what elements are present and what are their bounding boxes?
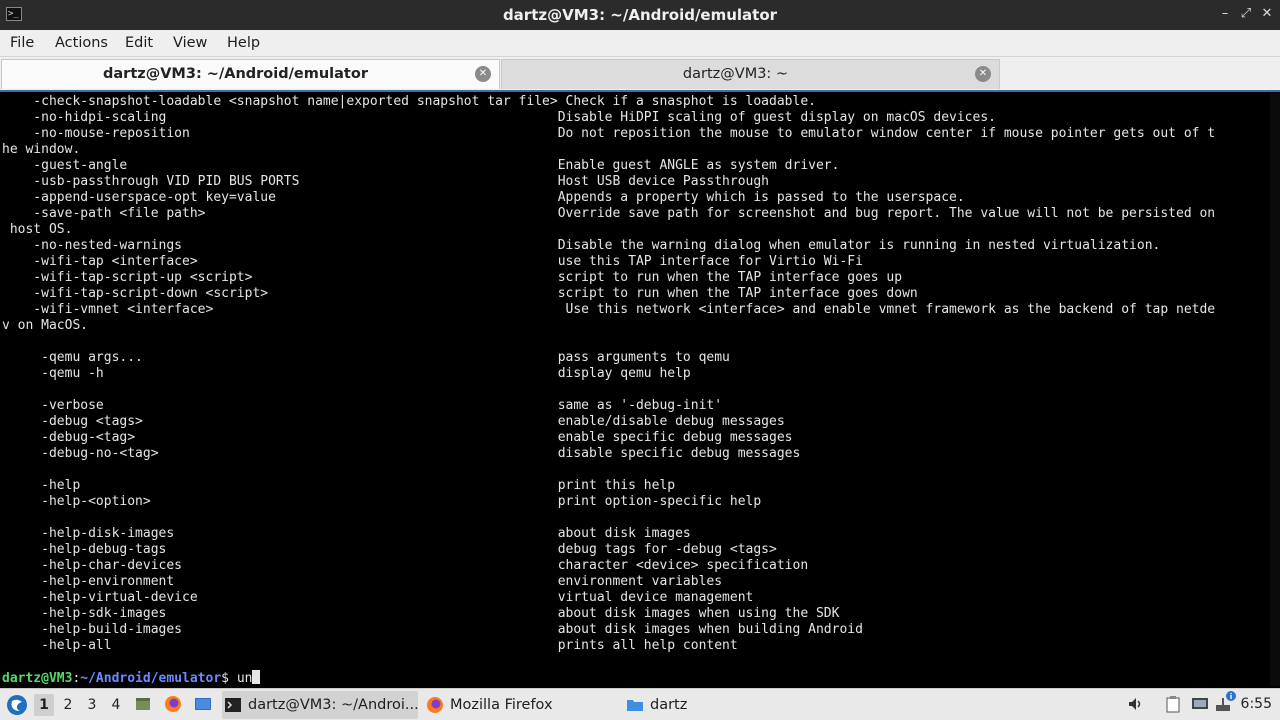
terminal-line: -help-<option> print option-specific hel…: [2, 494, 762, 509]
folder-icon: [627, 700, 643, 711]
terminal-line: -check-snapshot-loadable <snapshot name|…: [2, 94, 816, 109]
terminal-line: -no-mouse-reposition Do not reposition t…: [2, 126, 1216, 141]
terminal-line: -no-nested-warnings Disable the warning …: [2, 238, 1161, 253]
terminal-line: v on MacOS.: [2, 318, 89, 333]
tab-emulator-label: dartz@VM3: ~/Android/emulator: [103, 66, 368, 82]
terminal-line: -qemu args... pass arguments to qemu: [2, 350, 730, 365]
terminal-line: -help-build-images about disk images whe…: [2, 622, 863, 637]
task-folder[interactable]: dartz: [624, 691, 744, 719]
firefox-icon: [427, 697, 443, 713]
volume-icon[interactable]: [1127, 695, 1145, 713]
terminal-line: -help-disk-images about disk images: [2, 526, 691, 541]
menu-help[interactable]: Help: [227, 30, 260, 56]
terminal-line: -help-environment environment variables: [2, 574, 723, 589]
terminal-line: -debug <tags> enable/disable debug messa…: [2, 414, 785, 429]
terminal-line: -debug-<tag> enable specific debug messa…: [2, 430, 793, 445]
file-manager-launcher-icon[interactable]: [134, 695, 152, 713]
task-firefox[interactable]: Mozilla Firefox: [424, 691, 604, 719]
workspace-4[interactable]: 4: [106, 694, 126, 716]
firefox-launcher-icon[interactable]: [164, 695, 182, 713]
terminal-prompt[interactable]: dartz@VM3:~/Android/emulator$ un: [2, 670, 261, 686]
terminal-line: -help print this help: [2, 478, 676, 493]
workspace-2[interactable]: 2: [58, 694, 78, 716]
text-cursor: [252, 670, 261, 684]
close-window-icon[interactable]: ✕: [1260, 7, 1274, 21]
tab-close-icon[interactable]: ✕: [475, 66, 491, 82]
tab-emulator[interactable]: dartz@VM3: ~/Android/emulator ✕: [1, 59, 500, 89]
terminal-line: -no-hidpi-scaling Disable HiDPI scaling …: [2, 110, 996, 125]
terminal-line: host OS.: [2, 222, 73, 237]
minimize-icon[interactable]: –: [1218, 7, 1232, 21]
menu-actions[interactable]: Actions: [55, 30, 108, 56]
terminal-line: -wifi-vmnet <interface> Use this network…: [2, 302, 1216, 317]
prompt-user: dartz@VM3: [2, 671, 73, 686]
menu-bar: File Actions Edit View Help: [0, 30, 1280, 57]
tab-home[interactable]: dartz@VM3: ~ ✕: [501, 59, 1000, 89]
terminal-line: -help-char-devices character <device> sp…: [2, 558, 809, 573]
terminal-line: -debug-no-<tag> disable specific debug m…: [2, 446, 801, 461]
taskbar: 1 2 3 4 dartz@VM3: ~/Androi... Mozilla F…: [0, 688, 1280, 720]
clipboard-icon[interactable]: [1164, 695, 1182, 713]
terminal-view[interactable]: -check-snapshot-loadable <snapshot name|…: [0, 90, 1280, 688]
terminal-line: -help-debug-tags debug tags for -debug <…: [2, 542, 777, 557]
maximize-icon[interactable]: ⤢: [1239, 7, 1253, 21]
window-title: dartz@VM3: ~/Android/emulator: [502, 6, 778, 24]
terminal-line: -qemu -h display qemu help: [2, 366, 691, 381]
terminal-output: -check-snapshot-loadable <snapshot name|…: [2, 94, 1260, 654]
clock: 6:55: [1240, 696, 1272, 712]
terminal-line: -save-path <file path> Override save pat…: [2, 206, 1216, 221]
terminal-line: -wifi-tap-script-up <script> script to r…: [2, 270, 903, 285]
terminal-line: -help-virtual-device virtual device mana…: [2, 590, 754, 605]
terminal-line: -verbose same as '-debug-init': [2, 398, 723, 413]
tab-close-icon[interactable]: ✕: [975, 66, 991, 82]
window-title-bar: >_ dartz@VM3: ~/Android/emulator – ⤢ ✕: [0, 0, 1280, 30]
info-icon: [1226, 691, 1236, 701]
tab-bar: dartz@VM3: ~/Android/emulator ✕ dartz@VM…: [0, 57, 1280, 90]
prompt-symbol: $: [221, 671, 237, 686]
task-firefox-label: Mozilla Firefox: [450, 697, 553, 713]
task-terminal[interactable]: dartz@VM3: ~/Androi...: [222, 691, 418, 719]
command-input[interactable]: un: [237, 671, 253, 686]
tab-home-label: dartz@VM3: ~: [682, 66, 789, 82]
terminal-line: he window.: [2, 142, 81, 157]
terminal-line: -help-all prints all help content: [2, 638, 738, 653]
prompt-path: ~/Android/emulator: [80, 671, 222, 686]
menu-view[interactable]: View: [173, 30, 207, 56]
start-menu-icon[interactable]: [6, 694, 28, 716]
workspace-1[interactable]: 1: [34, 694, 54, 716]
terminal-line: -usb-passthrough VID PID BUS PORTS Host …: [2, 174, 770, 189]
display-icon[interactable]: [1191, 695, 1209, 713]
terminal-line: -wifi-tap <interface> use this TAP inter…: [2, 254, 863, 269]
terminal-scrollbar[interactable]: [1270, 92, 1280, 686]
menu-file[interactable]: File: [10, 30, 34, 56]
terminal-line: -guest-angle Enable guest ANGLE as syste…: [2, 158, 840, 173]
terminal-line: -help-sdk-images about disk images when …: [2, 606, 840, 621]
menu-edit[interactable]: Edit: [125, 30, 153, 56]
desktop-launcher-icon[interactable]: [194, 695, 212, 713]
workspace-3[interactable]: 3: [82, 694, 102, 716]
task-folder-label: dartz: [650, 697, 688, 713]
task-terminal-label: dartz@VM3: ~/Androi...: [248, 697, 418, 713]
terminal-line: -wifi-tap-script-down <script> script to…: [2, 286, 918, 301]
terminal-line: -append-userspace-opt key=value Appends …: [2, 190, 965, 205]
terminal-icon: [225, 698, 241, 712]
